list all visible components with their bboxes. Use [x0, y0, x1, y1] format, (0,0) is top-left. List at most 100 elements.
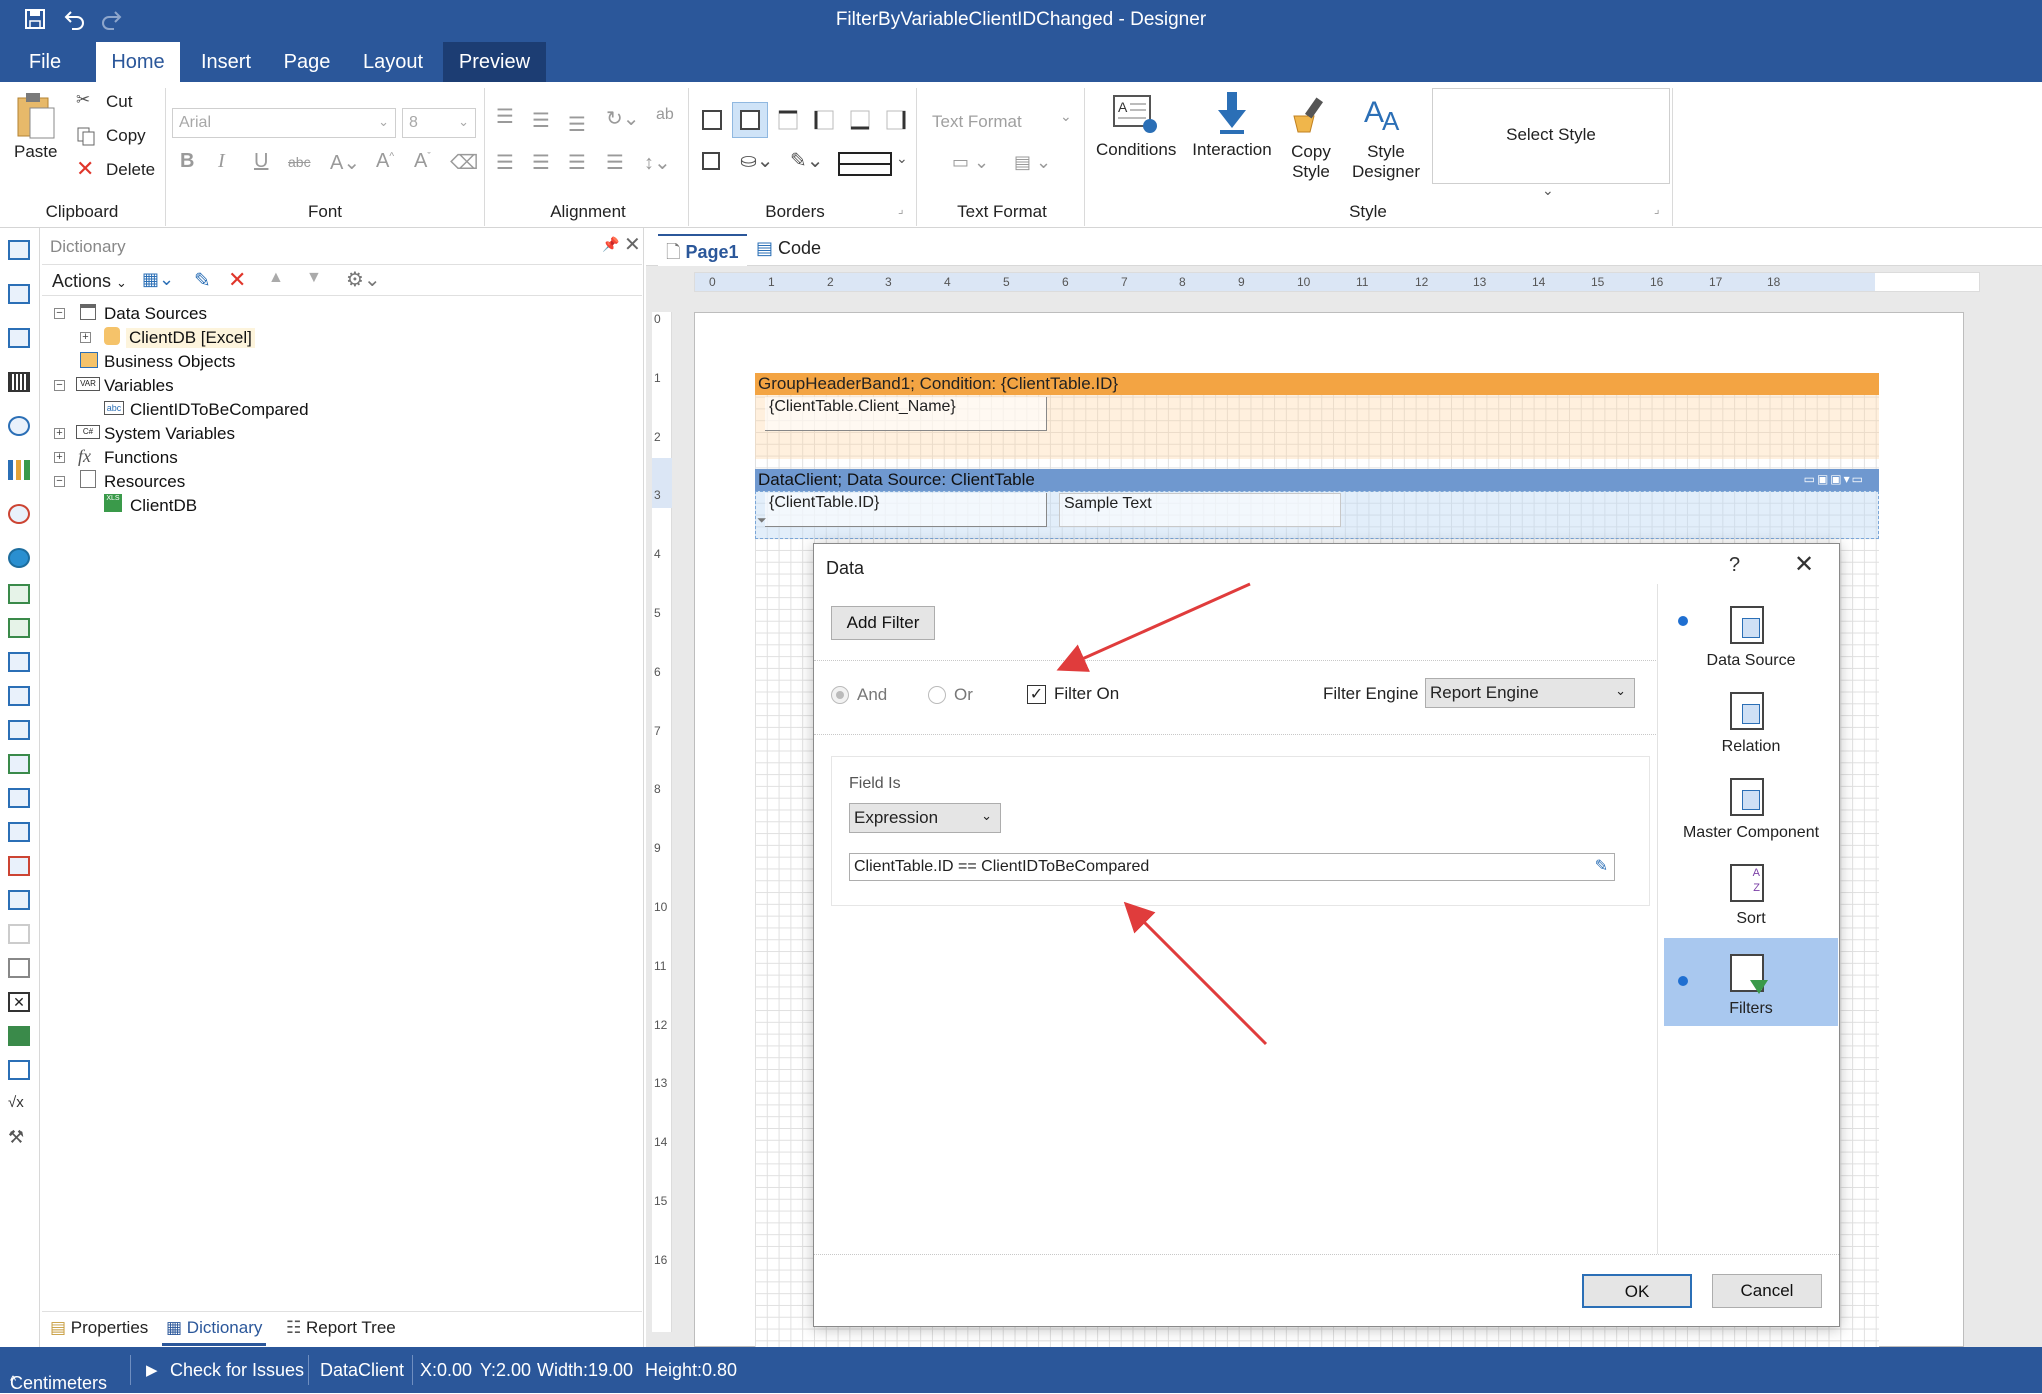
move-up-icon[interactable]: ▲ [268, 269, 284, 287]
list-icon[interactable] [8, 822, 30, 842]
tree-item-data-sources[interactable]: Data Sources [104, 304, 207, 324]
tab-page[interactable]: Page [276, 42, 338, 82]
play-icon[interactable]: ▶ [146, 1361, 158, 1379]
tree-item-clientdb-excel[interactable]: ClientDB [Excel] [126, 328, 255, 348]
actions-menu[interactable]: Actions ⌄ [52, 271, 127, 292]
italic-icon[interactable]: I [218, 150, 225, 173]
tab-file[interactable]: File [14, 42, 76, 82]
math-formula-icon[interactable]: √x [8, 1094, 30, 1114]
grow-font-icon[interactable]: A^ [376, 150, 394, 173]
tab-code[interactable]: ▤ Code [756, 238, 821, 259]
table-icon[interactable] [8, 754, 30, 774]
group-footer-icon[interactable] [8, 618, 30, 638]
side-item-sort[interactable]: AZ Sort [1664, 862, 1838, 944]
cancel-button[interactable]: Cancel [1712, 1274, 1822, 1308]
font-family-combo[interactable]: Arial ⌄ [172, 108, 396, 138]
text-format-combo[interactable]: Text Format [932, 112, 1022, 132]
side-item-data-source[interactable]: Data Source [1664, 604, 1838, 686]
fill-color-icon[interactable]: ⛀⌄ [740, 148, 774, 173]
cut-button[interactable]: ✂ Cut [76, 90, 166, 116]
justify-icon[interactable]: ☰ [606, 150, 624, 175]
tab-preview[interactable]: Preview [443, 42, 546, 82]
tab-page1[interactable]: 🗋 Page1 [658, 234, 747, 266]
chevron-down-icon[interactable]: ⌄ [896, 150, 908, 167]
align-left-icon[interactable]: ☰ [496, 150, 514, 175]
delete-button[interactable]: ✕ Delete [76, 156, 166, 184]
word-wrap-icon[interactable]: ab [656, 106, 674, 124]
tree-item-system-variables[interactable]: System Variables [104, 424, 235, 444]
tab-layout[interactable]: Layout [355, 42, 431, 82]
tab-dictionary[interactable]: ▦ Dictionary [162, 1312, 267, 1346]
rotate-text-icon[interactable]: ↻⌄ [606, 106, 640, 131]
side-item-master-component[interactable]: Master Component [1664, 776, 1838, 858]
dialog-launcher-icon[interactable]: ⌟ [1654, 202, 1660, 216]
group-header-icon[interactable] [8, 584, 30, 604]
filter-on-checkbox[interactable]: ✓ Filter On [1027, 682, 1137, 708]
filter-engine-select[interactable]: Report Engine ⌄ [1425, 678, 1635, 708]
footer-band-icon[interactable] [8, 686, 30, 706]
border-bottom-icon[interactable] [848, 108, 872, 132]
panel-icon[interactable] [8, 924, 30, 944]
toolbox-bands-icon[interactable] [8, 284, 30, 304]
map-icon[interactable] [8, 548, 30, 568]
tree-item-clientidtobecompared[interactable]: ClientIDToBeCompared [130, 400, 309, 420]
border-left-icon[interactable] [812, 108, 836, 132]
image-icon[interactable] [8, 890, 30, 910]
conditions-button[interactable]: Conditions [1096, 140, 1176, 160]
copy-button[interactable]: Copy [76, 124, 166, 150]
format-icon[interactable]: ▭ ⌄ [952, 152, 989, 173]
add-filter-button[interactable]: Add Filter [831, 606, 935, 640]
toolbox-text-icon[interactable] [8, 328, 30, 348]
help-button[interactable]: ? [1729, 554, 1740, 577]
align-top-icon[interactable]: ☰ [496, 104, 514, 129]
data-band[interactable]: DataClient; Data Source: ClientTable ▭▣▣… [755, 469, 1879, 491]
line-spacing-icon[interactable]: ↕⌄ [644, 150, 671, 175]
toolbox-pages-icon[interactable] [8, 240, 30, 260]
tab-report-tree[interactable]: ☷ Report Tree [286, 1318, 396, 1338]
tree-item-functions[interactable]: Functions [104, 448, 178, 468]
group-header-band[interactable]: GroupHeaderBand1; Condition: {ClientTabl… [755, 373, 1879, 395]
text-box-icon[interactable] [8, 856, 30, 876]
tree-item-clientdb[interactable]: ClientDB [130, 496, 197, 516]
close-icon[interactable]: ✕ [624, 232, 641, 257]
pin-icon[interactable]: 📌 [602, 236, 619, 253]
data-band-icon[interactable] [8, 720, 30, 740]
tab-insert[interactable]: Insert [192, 42, 260, 82]
chevron-down-icon[interactable]: ⌄ [1542, 182, 1554, 199]
header-band-icon[interactable] [8, 652, 30, 672]
chevron-down-icon[interactable]: ⌄ [1060, 108, 1072, 125]
and-radio[interactable]: And [831, 684, 911, 708]
expression-input[interactable]: ClientTable.ID == ClientIDToBeCompared ✎ [849, 853, 1615, 881]
expand-icon[interactable]: + [54, 428, 65, 439]
side-item-relation[interactable]: Relation [1664, 690, 1838, 772]
shrink-font-icon[interactable]: Aˇ [414, 150, 431, 173]
select-style-gallery[interactable]: Select Style [1432, 88, 1670, 184]
border-right-icon[interactable] [884, 108, 908, 132]
rich-text-icon[interactable] [8, 1026, 30, 1046]
shapes-icon[interactable] [8, 416, 30, 436]
style-designer-button[interactable]: Style Designer [1350, 142, 1422, 182]
edit-icon[interactable]: ✎ [194, 268, 211, 293]
id-textbox[interactable]: {ClientTable.ID} [765, 493, 1047, 527]
shadow-icon[interactable] [700, 150, 724, 174]
ok-button[interactable]: OK [1582, 1274, 1692, 1308]
tab-properties[interactable]: ▤ Properties [50, 1318, 148, 1338]
format-2-icon[interactable]: ▤ ⌄ [1014, 152, 1051, 173]
align-right-icon[interactable]: ☰ [568, 150, 586, 175]
sub-report-icon[interactable] [8, 788, 30, 808]
font-color-icon[interactable]: A⌄ [330, 150, 360, 175]
move-down-icon[interactable]: ▼ [306, 269, 322, 287]
clone-icon[interactable] [8, 958, 30, 978]
expand-icon[interactable]: + [54, 452, 65, 463]
tree-item-variables[interactable]: Variables [104, 376, 174, 396]
collapse-icon[interactable]: − [54, 308, 65, 319]
tree-item-resources[interactable]: Resources [104, 472, 185, 492]
dialog-launcher-icon[interactable]: ⌟ [898, 202, 904, 216]
underline-icon[interactable]: U [254, 150, 268, 173]
tools-icon[interactable]: ⚒ [8, 1128, 30, 1148]
or-radio[interactable]: Or [928, 684, 988, 708]
gear-icon[interactable]: ⚙⌄ [346, 267, 381, 292]
checkbox-icon[interactable]: ✕ [8, 992, 30, 1012]
font-size-combo[interactable]: 8 ⌄ [402, 108, 476, 138]
align-middle-icon[interactable]: ☰ [532, 108, 550, 133]
